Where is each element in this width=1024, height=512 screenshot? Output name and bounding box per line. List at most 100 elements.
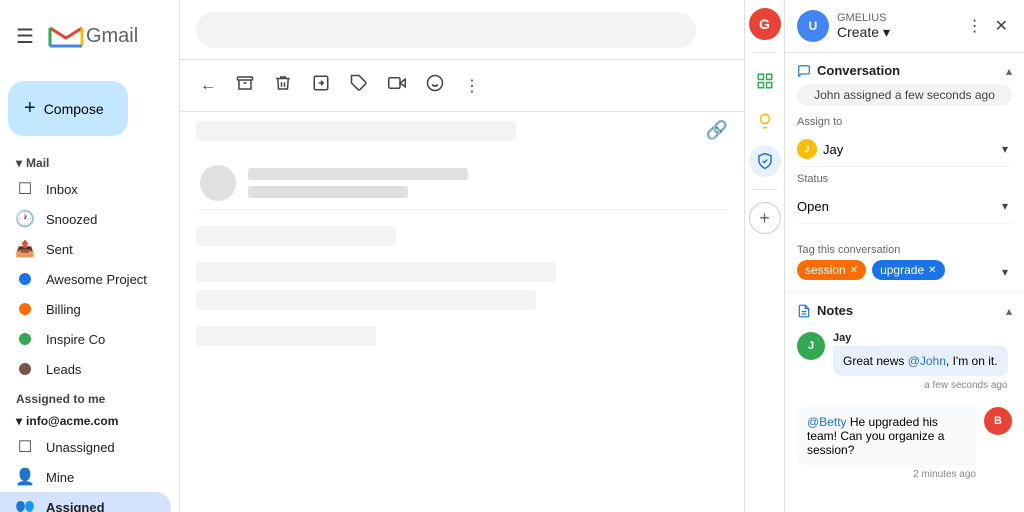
mention-betty: @Betty — [807, 415, 847, 429]
sidebar-item-label: Sent — [46, 242, 73, 257]
sidebar-item-snoozed[interactable]: 🕐 Snoozed — [0, 204, 171, 234]
chevron-up-icon: ▴ — [1006, 64, 1012, 78]
inbox-icon: ☐ — [16, 180, 34, 198]
status-value: Open — [797, 199, 829, 214]
tag-upgrade-close-icon[interactable]: ✕ — [928, 265, 936, 276]
avatar — [200, 165, 236, 201]
mine-icon: 👤 — [16, 468, 34, 486]
assigned-icon: 👥 — [16, 498, 34, 512]
sidebar-item-leads[interactable]: Leads — [0, 354, 171, 384]
gmelius-logo-icon[interactable]: G — [749, 8, 781, 40]
right-panel-header: U GMELIUS Create ▾ ⋮ ✕ — [785, 0, 1024, 53]
search-input[interactable] — [196, 12, 696, 48]
sidebar-item-sent[interactable]: 📤 Sent — [0, 234, 171, 264]
notes-icon — [797, 304, 811, 318]
note-item-1: J Jay Great news @John, I'm on it. a few… — [785, 324, 1024, 399]
sidebar-item-label: Leads — [46, 362, 81, 377]
assign-to-row: J Jay ▾ — [797, 132, 1012, 167]
assignee-avatar: J — [797, 139, 817, 159]
snoozed-icon: 🕐 — [16, 210, 34, 228]
conversation-title: Conversation — [797, 63, 900, 78]
chevron-down-icon: ▾ — [16, 156, 22, 170]
note-author-1: Jay — [833, 332, 1008, 344]
back-button[interactable]: ← — [192, 71, 224, 101]
gmail-logo-svg — [48, 24, 84, 50]
sidebar-item-label: Awesome Project — [46, 272, 147, 287]
tag-session-label: session — [805, 263, 846, 277]
notes-section: Notes ▴ J Jay Great news @John, I'm on i… — [785, 293, 1024, 488]
account-name: info@acme.com — [26, 414, 118, 428]
menu-icon[interactable]: ☰ — [8, 16, 42, 57]
chevron-down-icon: ▾ — [16, 414, 22, 428]
chevron-down-icon: ▾ — [883, 24, 890, 41]
awesome-project-icon — [16, 270, 34, 288]
check-shield-icon[interactable] — [749, 145, 781, 177]
right-panel: U GMELIUS Create ▾ ⋮ ✕ Conversation — [784, 0, 1024, 512]
note-time-1: a few seconds ago — [833, 380, 1008, 391]
sidebar-item-billing[interactable]: Billing — [0, 294, 171, 324]
note-time-2: 2 minutes ago — [797, 469, 976, 480]
tag-label: Tag this conversation — [797, 244, 1012, 256]
close-panel-button[interactable]: ✕ — [991, 12, 1012, 40]
email-content — [248, 168, 724, 198]
more-button[interactable]: ⋮ — [456, 70, 488, 102]
mention-john: @John — [908, 354, 946, 368]
video-button[interactable] — [380, 68, 414, 103]
sidebar-item-inbox[interactable]: ☐ Inbox — [0, 174, 171, 204]
compose-plus-icon: + — [24, 97, 36, 120]
sidebar-item-mine[interactable]: 👤 Mine — [0, 462, 171, 492]
mail-section[interactable]: ▾ Mail — [0, 152, 179, 174]
sidebar-item-unassigned[interactable]: ☐ Unassigned — [0, 432, 171, 462]
conversation-icon — [797, 64, 811, 78]
tag-upgrade[interactable]: upgrade ✕ — [872, 260, 944, 280]
compose-button[interactable]: + Compose — [8, 81, 128, 136]
gmelius-rail: G + — [744, 0, 784, 512]
create-button[interactable]: Create ▾ — [837, 24, 890, 41]
mail-label: Mail — [26, 156, 49, 170]
note-avatar-jay: J — [797, 332, 825, 360]
status-dropdown-button[interactable]: ▾ — [998, 195, 1012, 217]
sidebar-item-awesome-project[interactable]: Awesome Project — [0, 264, 171, 294]
email-toolbar: ← ⋮ — [180, 60, 744, 112]
email-line-2 — [248, 186, 408, 198]
note-content-1: Jay Great news @John, I'm on it. a few s… — [833, 332, 1008, 391]
note-bubble-2: @Betty He upgraded his team! Can you org… — [797, 407, 976, 465]
label-button[interactable] — [342, 68, 376, 103]
notes-chevron-up-icon: ▴ — [1006, 304, 1012, 318]
note-content-2: @Betty He upgraded his team! Can you org… — [797, 407, 976, 480]
assigned-badge: John assigned a few seconds ago — [797, 84, 1012, 106]
bulb-icon[interactable] — [749, 105, 781, 137]
unassigned-icon: ☐ — [16, 438, 34, 456]
archive-button[interactable] — [228, 68, 262, 103]
delete-button[interactable] — [266, 68, 300, 103]
sidebar-item-label: Assigned — [46, 500, 105, 512]
sidebar: ☰ Gmail + Compose ▾ Mail ☐ — [0, 0, 180, 512]
tag-session[interactable]: session ✕ — [797, 260, 866, 280]
leads-icon — [16, 360, 34, 378]
tag-session-close-icon[interactable]: ✕ — [850, 265, 858, 276]
gmelius-label: GMELIUS — [837, 12, 890, 24]
status-label: Status — [797, 173, 1012, 185]
sidebar-item-label: Snoozed — [46, 212, 97, 227]
emoji-button[interactable] — [418, 68, 452, 103]
billing-icon — [16, 300, 34, 318]
sidebar-item-label: Billing — [46, 302, 81, 317]
tags-dropdown-button[interactable]: ▾ — [998, 261, 1012, 283]
assign-dropdown-button[interactable]: ▾ — [998, 138, 1012, 160]
grid-icon[interactable] — [749, 65, 781, 97]
sidebar-item-label: Inspire Co — [46, 332, 105, 347]
add-rail-button[interactable]: + — [749, 202, 781, 234]
sidebar-item-inspire-co[interactable]: Inspire Co — [0, 324, 171, 354]
sidebar-item-label: Inbox — [46, 182, 78, 197]
tags-row: session ✕ upgrade ✕ — [797, 260, 945, 280]
sidebar-item-assigned[interactable]: 👥 Assigned — [0, 492, 171, 512]
tags-section: Tag this conversation session ✕ upgrade … — [785, 238, 1024, 293]
link-icon[interactable]: 🔗 — [706, 120, 728, 141]
note-bubble-1: Great news @John, I'm on it. — [833, 346, 1008, 376]
account-label[interactable]: ▾ info@acme.com — [0, 410, 179, 432]
more-options-button[interactable]: ⋮ — [963, 12, 987, 40]
assign-to-value: J Jay — [797, 139, 843, 159]
move-button[interactable] — [304, 68, 338, 103]
gmail-label: Gmail — [86, 25, 138, 48]
notes-section-header: Notes ▴ — [785, 293, 1024, 324]
